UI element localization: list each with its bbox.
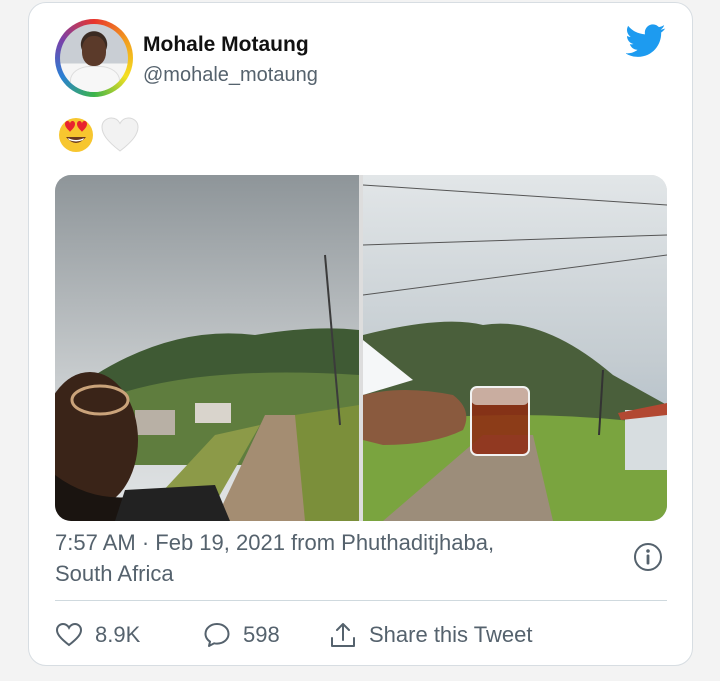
- like-count: 8.9K: [95, 622, 141, 647]
- speech-bubble-icon: [204, 623, 230, 647]
- avatar-photo: [60, 24, 128, 92]
- tweet-actions: 8.9K 598 Share this Tweet: [55, 615, 667, 655]
- tweet-card[interactable]: Mohale Motaung @mohale_motaung 7:57 AM ·…: [28, 2, 693, 666]
- share-label: Share this Tweet: [369, 622, 533, 647]
- tweet-media[interactable]: [55, 175, 667, 521]
- reply-count: 598: [243, 622, 280, 647]
- share-button[interactable]: Share this Tweet: [329, 615, 532, 655]
- author-avatar[interactable]: [55, 19, 133, 97]
- divider: [55, 600, 667, 601]
- author-name[interactable]: Mohale Motaung: [143, 33, 309, 57]
- white-heart-emoji-icon: [101, 117, 139, 152]
- info-icon[interactable]: [633, 542, 663, 572]
- photo-tea-glass-mountain[interactable]: [363, 175, 667, 521]
- avatar-shirt: [70, 66, 120, 92]
- location-line[interactable]: South Africa: [55, 558, 615, 589]
- avatar-face: [82, 36, 106, 66]
- share-upload-icon: [331, 623, 355, 647]
- reply-button[interactable]: 598: [203, 615, 280, 655]
- like-button[interactable]: 8.9K: [55, 615, 140, 655]
- photo-selfie-valley[interactable]: [55, 175, 359, 521]
- tweet-timestamp-location[interactable]: 7:57 AM · Feb 19, 2021 from Phuthaditjha…: [55, 527, 615, 589]
- twitter-bird-icon[interactable]: [626, 23, 666, 59]
- timestamp-line[interactable]: 7:57 AM · Feb 19, 2021 from Phuthaditjha…: [55, 527, 615, 558]
- heart-eyes-emoji-icon: [59, 118, 93, 152]
- author-handle[interactable]: @mohale_motaung: [143, 64, 318, 87]
- heart-outline-icon: [55, 622, 83, 647]
